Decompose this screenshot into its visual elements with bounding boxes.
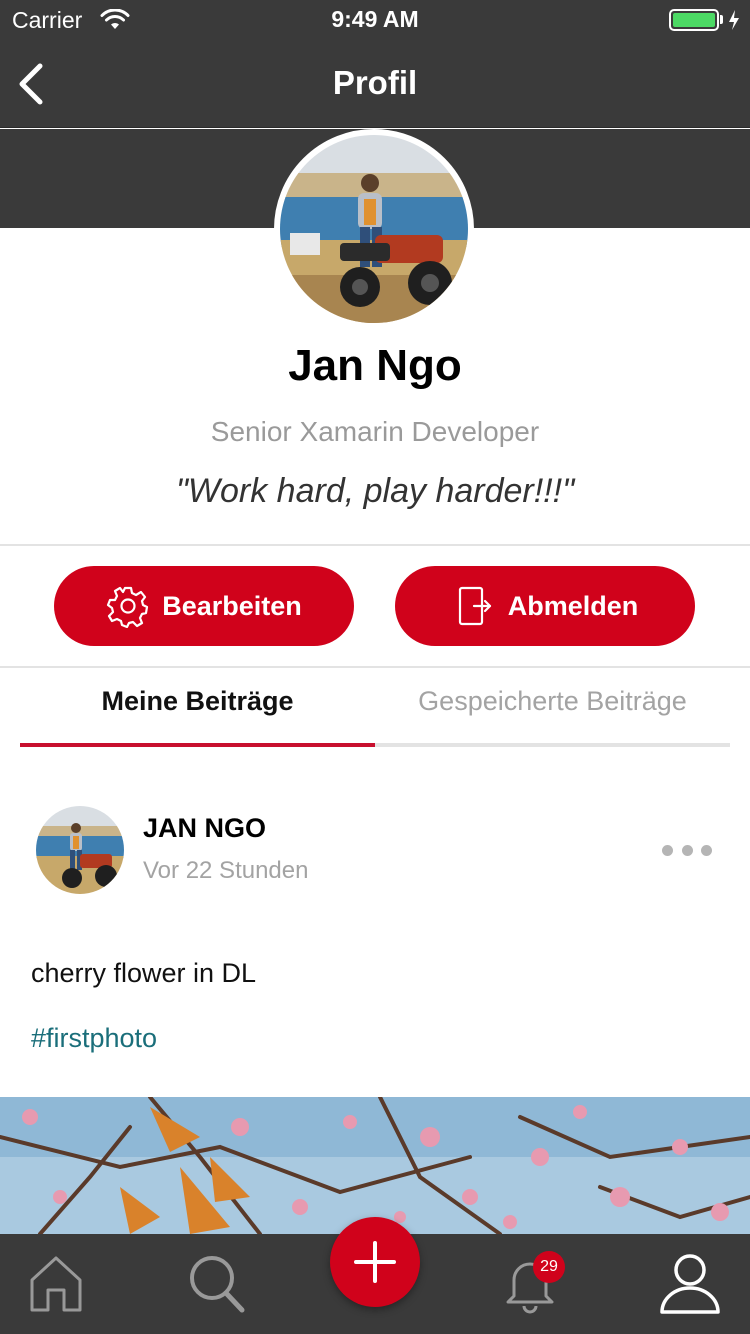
edit-profile-button[interactable]: Bearbeiten <box>54 566 354 646</box>
profile-role: Senior Xamarin Developer <box>210 416 540 447</box>
gear-icon <box>107 586 149 628</box>
user-icon[interactable] <box>658 1250 722 1316</box>
tab-saved-posts[interactable]: Gespeicherte Beiträge <box>375 686 730 717</box>
add-post-button[interactable] <box>330 1217 420 1307</box>
logout-button[interactable]: Abmelden <box>395 566 695 646</box>
post-author-avatar[interactable] <box>36 806 124 894</box>
page-title: Profil <box>332 64 418 101</box>
divider <box>0 544 750 546</box>
tab-indicator-active <box>20 743 375 747</box>
edit-button-label: Bearbeiten <box>162 590 302 621</box>
status-bar: Carrier 9:49 AM <box>0 0 750 40</box>
post-text: cherry flower in DL <box>31 958 257 988</box>
post-author-name[interactable]: JAN NGO <box>143 813 266 844</box>
logout-icon <box>458 586 491 626</box>
battery-tip <box>720 15 723 24</box>
profile-avatar <box>274 129 474 329</box>
tab-indicator-inactive <box>375 743 730 747</box>
post-hashtag[interactable]: #firstphoto <box>31 1023 157 1054</box>
post-timestamp: Vor 22 Stunden <box>143 857 309 884</box>
profile-name: Jan Ngo <box>288 341 462 390</box>
profile-quote: "Work hard, play harder!!!" <box>175 472 575 510</box>
tab-my-posts[interactable]: Meine Beiträge <box>20 686 375 717</box>
add-icon <box>354 1241 396 1283</box>
home-icon[interactable] <box>24 1250 88 1316</box>
nav-bar: Profil <box>0 40 750 128</box>
divider <box>0 666 750 668</box>
more-horizontal-icon[interactable] <box>662 838 712 862</box>
search-icon[interactable] <box>184 1250 248 1316</box>
battery-icon <box>669 9 719 31</box>
notification-badge: 29 <box>533 1251 565 1283</box>
post-image[interactable] <box>0 1097 750 1234</box>
status-time: 9:49 AM <box>331 6 419 32</box>
logout-button-label: Abmelden <box>507 590 639 621</box>
charging-bolt-icon <box>729 10 739 30</box>
